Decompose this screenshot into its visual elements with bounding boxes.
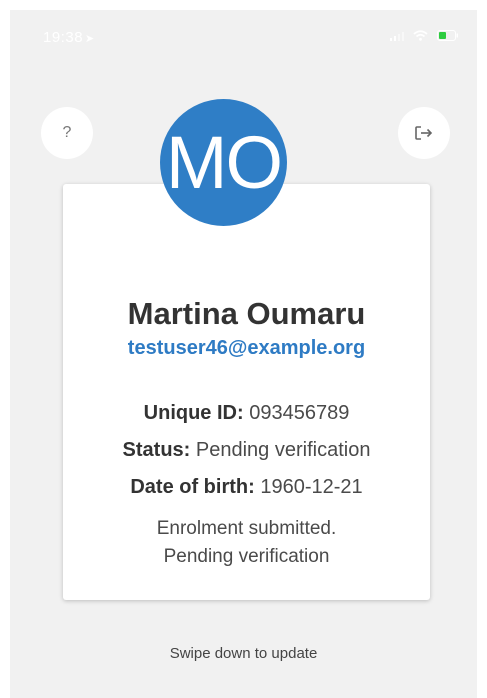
unique-id-value: 093456789 [249,402,350,424]
date-of-birth-value: 1960-12-21 [260,476,363,498]
status-row: Status: Pending verification [63,439,430,462]
help-button[interactable]: ? [41,107,93,159]
logout-button[interactable] [398,107,450,159]
status-icons [390,30,459,41]
status-bar: 19:38 ➤ [10,10,477,54]
help-label: ? [62,124,72,141]
location-arrow-icon: ➤ [85,33,95,45]
logout-icon [415,126,433,140]
user-name: Martina Oumaru [127,296,366,331]
date-of-birth-row: Date of birth: 1960-12-21 [63,476,430,499]
unique-id-label: Unique ID: [143,402,244,424]
battery-icon [437,30,458,41]
app-screen: 19:38 ➤ ? MO Martina Oumaru testuser46@e… [10,10,477,698]
enrolment-message: Enrolment submitted. Pending verificatio… [63,515,430,571]
swipe-hint: Swipe down to update [169,645,318,662]
status-time: 19:38 ➤ [43,29,95,46]
signal-icon [390,31,404,41]
wifi-icon [413,30,428,41]
status-label: Status: [122,439,191,461]
user-email[interactable]: testuser46@example.org [63,337,430,360]
unique-id-row: Unique ID: 093456789 [63,402,430,425]
enrolment-message-line-1: Enrolment submitted. [156,518,337,539]
date-of-birth-label: Date of birth: [130,476,255,498]
avatar: MO [160,99,287,226]
enrolment-message-line-2: Pending verification [163,546,330,567]
status-value: Pending verification [195,439,371,461]
status-time-text: 19:38 [43,29,84,46]
